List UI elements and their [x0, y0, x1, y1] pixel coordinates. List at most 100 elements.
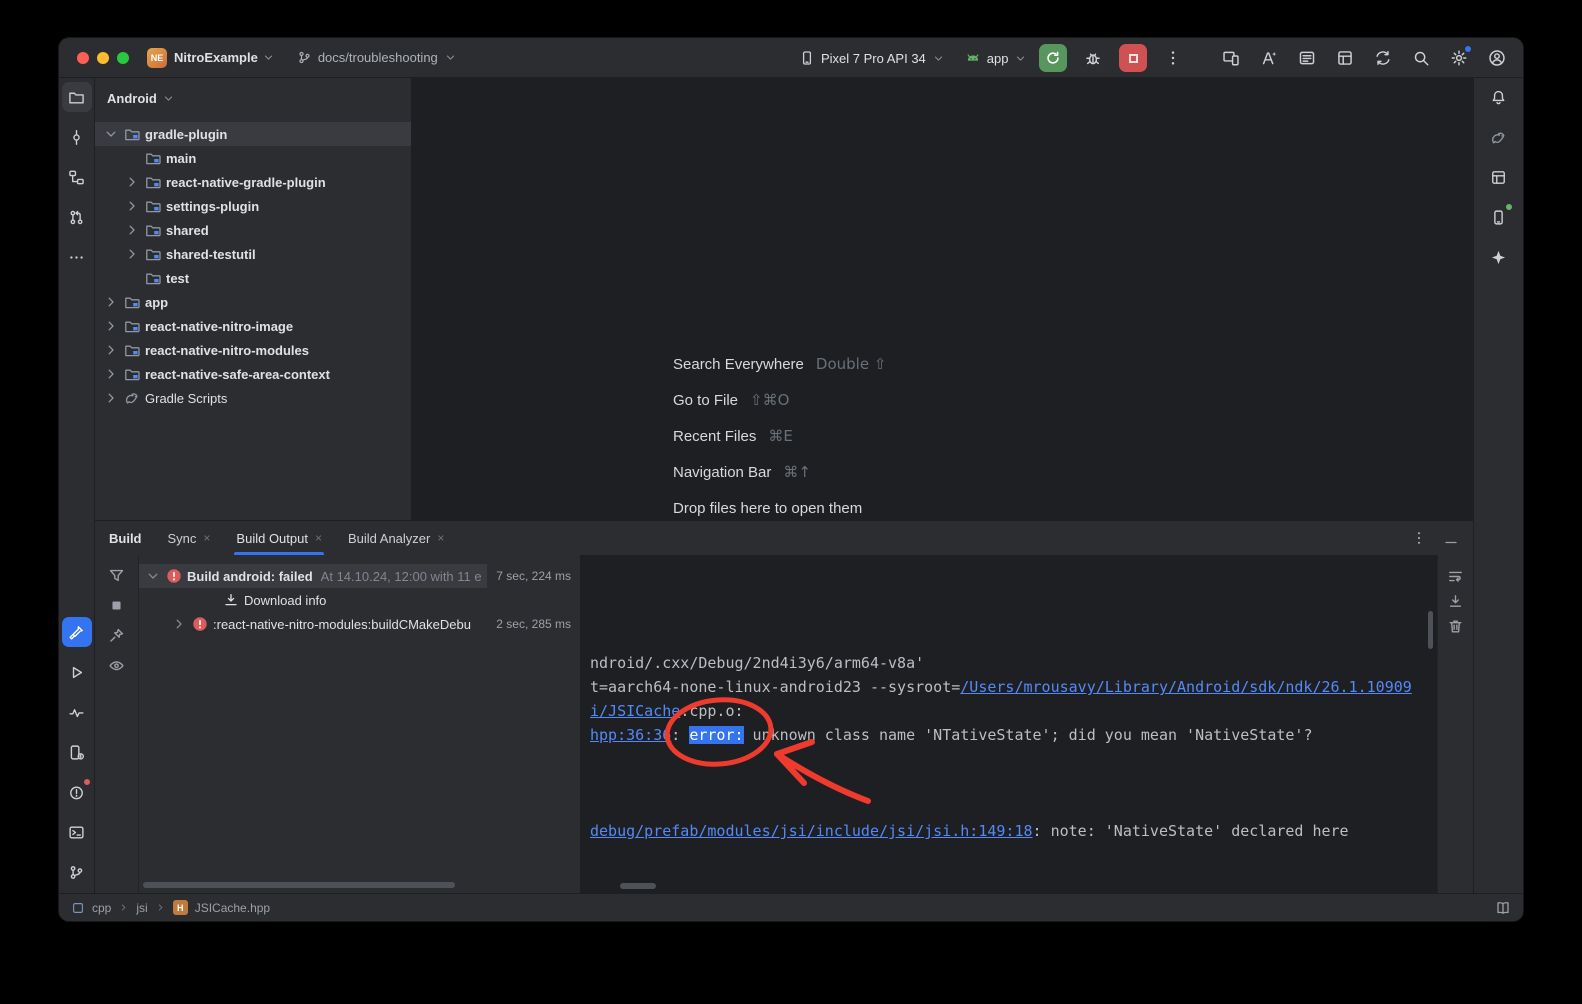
profile-button[interactable] — [1483, 44, 1511, 72]
notifications-tool-button[interactable] — [1484, 82, 1514, 112]
tree-item-label: test — [166, 271, 189, 286]
project-tree-item-react-native-gradle-plugin[interactable]: react-native-gradle-plugin — [95, 170, 411, 194]
more-tools-button[interactable] — [62, 242, 92, 272]
folder-icon — [124, 342, 140, 358]
console-file-link[interactable]: /Users/mrousavy/Library/Android/sdk/ndk/… — [960, 678, 1412, 696]
expand-chevron-icon — [103, 318, 119, 334]
project-tree-item-test[interactable]: test — [95, 266, 411, 290]
project-tree-item-shared-testutil[interactable]: shared-testutil — [95, 242, 411, 266]
shortcut-label: Drop files here to open them — [673, 500, 862, 517]
project-tree: gradle-pluginmainreact-native-gradle-plu… — [95, 118, 411, 410]
hide-panel-icon[interactable] — [1443, 530, 1459, 546]
hpp-file-icon: H — [173, 900, 188, 915]
project-chevron-icon[interactable] — [262, 51, 275, 64]
profiler-icon — [68, 704, 85, 721]
build-options-icon[interactable] — [1411, 530, 1427, 546]
breadcrumb-jsi[interactable]: jsi — [136, 901, 147, 915]
project-tree-item-shared[interactable]: shared — [95, 218, 411, 242]
ai-actions-icon — [1260, 49, 1278, 67]
build-tree-item[interactable]: Build android: failedAt 14.10.24, 12:00 … — [139, 564, 580, 588]
tab-close-icon[interactable]: × — [315, 531, 322, 545]
settings-update-dot — [1465, 46, 1471, 52]
device-manager-tool-button[interactable] — [62, 737, 92, 767]
folder-icon — [145, 270, 161, 286]
device-explorer-tool-button[interactable] — [1484, 162, 1514, 192]
console-file-link[interactable]: i/JSICache — [590, 702, 680, 720]
project-name[interactable]: NitroExample — [174, 50, 258, 65]
sync-project-button[interactable] — [1369, 44, 1397, 72]
scroll-to-end-icon[interactable] — [1447, 593, 1464, 610]
gradle-tool-button[interactable] — [1484, 122, 1514, 152]
project-tree-item-settings-plugin[interactable]: settings-plugin — [95, 194, 411, 218]
stop-button[interactable] — [1119, 44, 1147, 72]
profiler-tool-button[interactable] — [62, 697, 92, 727]
run-tool-button[interactable] — [62, 657, 92, 687]
build-console-area: ndroid/.cxx/Debug/2nd4i3y6/arm64-v8a't=a… — [580, 555, 1473, 893]
zoom-window-button[interactable] — [117, 52, 129, 64]
structure-tool-button[interactable] — [62, 162, 92, 192]
git-branch-icon — [297, 50, 312, 65]
tab-close-icon[interactable]: × — [437, 531, 444, 545]
project-view-selector[interactable]: Android — [95, 78, 411, 118]
minimize-window-button[interactable] — [97, 52, 109, 64]
debug-button[interactable] — [1079, 44, 1107, 72]
commit-tool-button[interactable] — [62, 122, 92, 152]
close-window-button[interactable] — [77, 52, 89, 64]
project-tree-item-main[interactable]: main — [95, 146, 411, 170]
run-config-selector[interactable]: app — [965, 50, 1028, 66]
settings-button[interactable] — [1445, 44, 1473, 72]
breadcrumb-file[interactable]: JSICache.hpp — [195, 901, 270, 915]
build-tab-sync[interactable]: Sync× — [168, 521, 211, 555]
filter-icon[interactable] — [108, 567, 125, 584]
build-tree-item[interactable]: Download info — [139, 588, 580, 612]
rerun-button[interactable] — [1039, 44, 1067, 72]
running-devices-tool-button[interactable] — [1484, 202, 1514, 232]
logcat-button[interactable] — [1293, 44, 1321, 72]
search-everywhere-button[interactable] — [1407, 44, 1435, 72]
pull-requests-tool-button[interactable] — [62, 202, 92, 232]
console-hscrollbar[interactable] — [620, 883, 656, 889]
device-selector[interactable]: Pixel 7 Pro API 34 — [799, 50, 945, 66]
tab-close-icon[interactable]: × — [203, 531, 210, 545]
expand-chevron-icon — [171, 616, 187, 632]
project-tree-item-app[interactable]: app — [95, 290, 411, 314]
console-file-link[interactable]: hpp:36:36 — [590, 726, 671, 744]
build-item-label: Download info — [244, 593, 326, 608]
build-tree-hscrollbar[interactable] — [143, 882, 455, 888]
breadcrumb-cpp[interactable]: cpp — [92, 901, 111, 915]
build-tab-build-analyzer[interactable]: Build Analyzer × — [348, 521, 444, 555]
inspect-eye-icon[interactable] — [108, 657, 125, 674]
app-quality-insights-button[interactable] — [62, 777, 92, 807]
version-control-tool-button[interactable] — [62, 857, 92, 887]
ai-actions-button[interactable] — [1255, 44, 1283, 72]
build-tree-item[interactable]: :react-native-nitro-modules:buildCMakeDe… — [139, 612, 580, 636]
soft-wrap-icon[interactable] — [1447, 568, 1464, 585]
project-tool-button[interactable] — [62, 82, 92, 112]
project-tree-item-react-native-safe-area-context[interactable]: react-native-safe-area-context — [95, 362, 411, 386]
app-inspection-button[interactable] — [1331, 44, 1359, 72]
device-name: Pixel 7 Pro API 34 — [821, 51, 926, 66]
more-run-actions-button[interactable] — [1159, 44, 1187, 72]
console-file-link[interactable]: debug/prefab/modules/jsi/include/jsi/jsi… — [590, 822, 1033, 840]
run-config-name: app — [987, 51, 1009, 66]
build-tool-button[interactable] — [62, 617, 92, 647]
suspend-icon[interactable] — [108, 597, 125, 614]
vcs-branch-widget[interactable]: docs/troubleshooting — [297, 50, 457, 65]
pin-icon[interactable] — [108, 627, 125, 644]
reader-mode-icon[interactable] — [1495, 900, 1511, 916]
project-tree-item-gradle-plugin[interactable]: gradle-plugin — [95, 122, 411, 146]
terminal-tool-button[interactable] — [62, 817, 92, 847]
clear-all-icon[interactable] — [1447, 618, 1464, 635]
gemini-tool-button[interactable] — [1484, 242, 1514, 272]
gemini-spark-icon — [1490, 249, 1507, 266]
collapse-chevron-icon — [103, 126, 119, 142]
build-tab-build-output[interactable]: Build Output× — [236, 521, 322, 555]
project-tree-item-react-native-nitro-image[interactable]: react-native-nitro-image — [95, 314, 411, 338]
device-mirroring-button[interactable] — [1217, 44, 1245, 72]
error-icon — [192, 616, 208, 632]
terminal-icon — [68, 824, 85, 841]
tab-label: Build Analyzer — [348, 531, 430, 546]
project-tree-item-gradle-scripts[interactable]: Gradle Scripts — [95, 386, 411, 410]
project-tree-item-react-native-nitro-modules[interactable]: react-native-nitro-modules — [95, 338, 411, 362]
console-vscrollbar[interactable] — [1428, 611, 1433, 649]
